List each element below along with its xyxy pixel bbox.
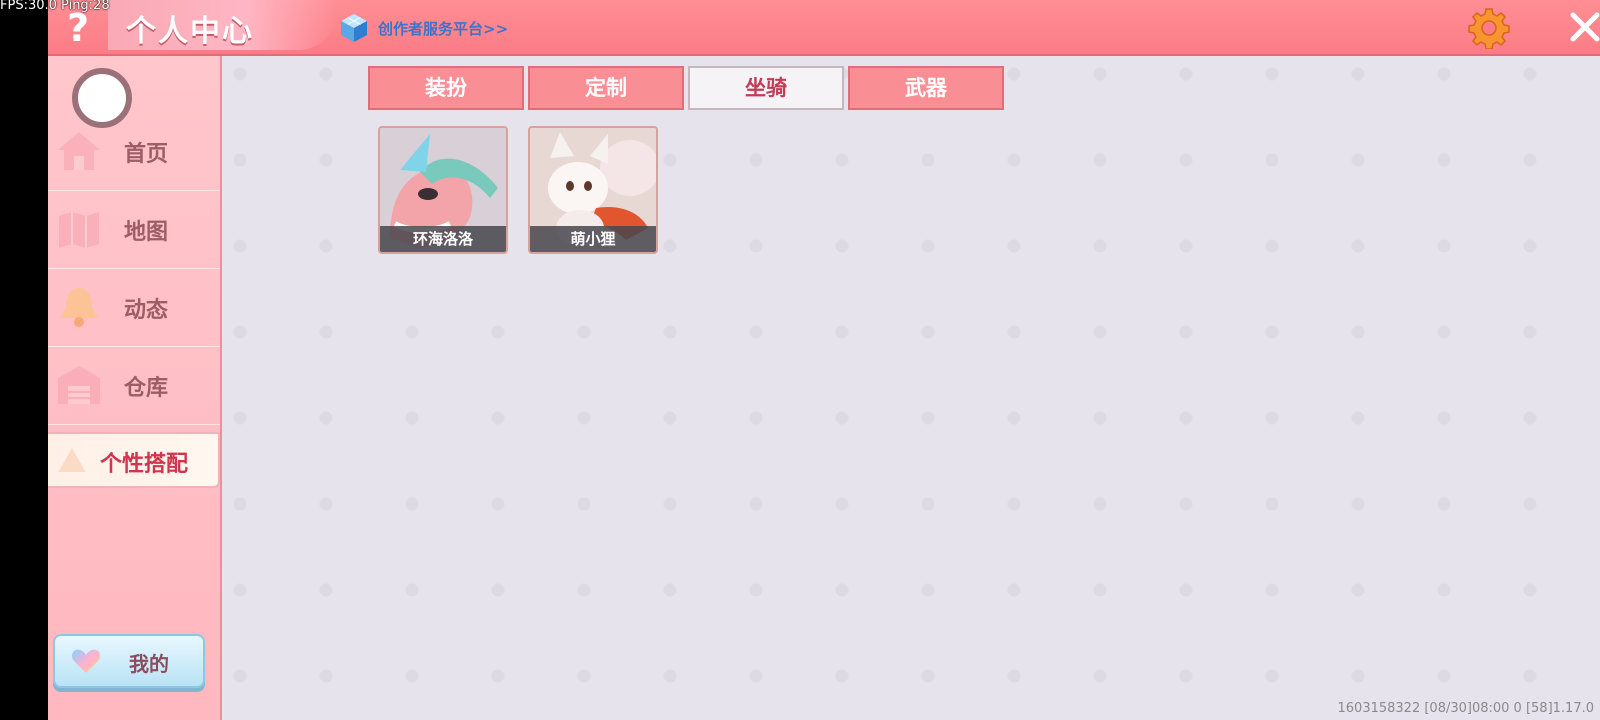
- sidebar-item-label: 首页: [124, 142, 169, 167]
- mine-button[interactable]: 我的: [53, 634, 205, 688]
- sidebar-item-label: 动态: [124, 298, 169, 323]
- header-bar: ? 个人中心 创作者服务平台>>: [48, 0, 1600, 56]
- app-window: ? 个人中心 创作者服务平台>> 首页 地图 动态 仓库 个性搭配 我的 装扮 …: [48, 0, 1600, 720]
- creator-platform-text: 创作者服务平台>>: [378, 19, 509, 38]
- home-icon: [58, 132, 100, 170]
- sidebar-item-warehouse[interactable]: 仓库: [48, 346, 220, 425]
- sidebar-item-feed[interactable]: 动态: [48, 268, 220, 347]
- main-content: 装扮 定制 坐骑 武器 环海洛洛 萌小狸 1603158322 [08/30]0…: [222, 56, 1600, 720]
- mine-label: 我的: [129, 652, 169, 676]
- map-icon: [59, 212, 99, 248]
- item-name: 环海洛洛: [380, 226, 506, 252]
- mount-item-card[interactable]: 萌小狸: [528, 126, 658, 254]
- gear-icon[interactable]: [1468, 7, 1510, 49]
- style-icon: [58, 448, 86, 472]
- item-name: 萌小狸: [530, 226, 656, 252]
- sidebar-item-label: 仓库: [124, 376, 169, 401]
- tab-custom[interactable]: 定制: [528, 66, 684, 110]
- sidebar-item-label: 个性搭配: [100, 452, 189, 477]
- bell-icon: [60, 288, 98, 327]
- page-title: 个人中心: [126, 14, 254, 49]
- heart-icon: [71, 649, 101, 673]
- tab-outfit[interactable]: 装扮: [368, 66, 524, 110]
- sidebar-item-label: 地图: [124, 220, 169, 245]
- cube-icon: [341, 14, 367, 42]
- creator-platform-link[interactable]: 创作者服务平台>>: [338, 8, 508, 48]
- sidebar-item-style[interactable]: 个性搭配: [48, 432, 220, 488]
- mount-item-card[interactable]: 环海洛洛: [378, 126, 508, 254]
- sidebar: 首页 地图 动态 仓库 个性搭配 我的: [48, 56, 222, 720]
- version-info: 1603158322 [08/30]08:00 0 [58]1.17.0: [1337, 701, 1594, 716]
- tab-weapon[interactable]: 武器: [848, 66, 1004, 110]
- sidebar-item-map[interactable]: 地图: [48, 190, 220, 269]
- tab-mount[interactable]: 坐骑: [688, 66, 844, 110]
- warehouse-icon: [58, 366, 100, 404]
- debug-overlay: FPS:30.0 Ping:28: [0, 0, 110, 13]
- sidebar-item-home[interactable]: 首页: [48, 112, 220, 191]
- close-icon[interactable]: [1568, 10, 1600, 44]
